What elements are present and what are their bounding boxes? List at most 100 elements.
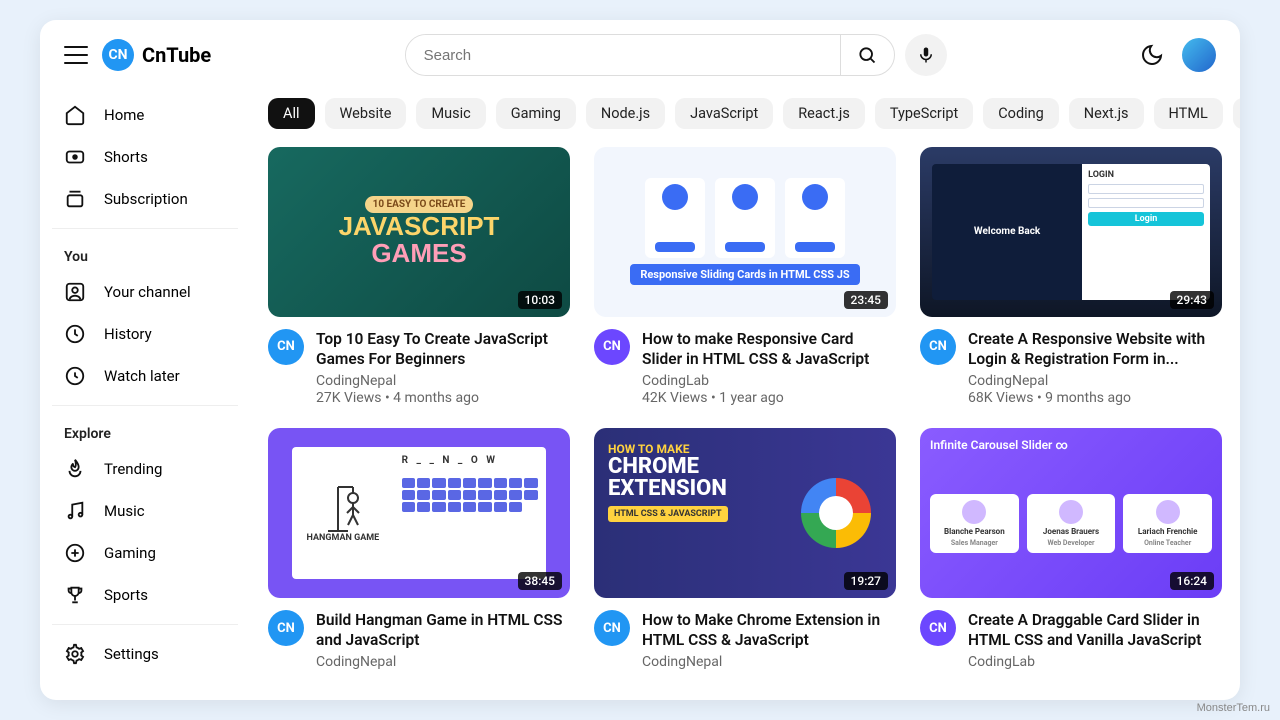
- video-grid: 10 EASY TO CREATEJAVASCRIPTGAMES 10:03 C…: [268, 147, 1222, 670]
- chip-nodejs[interactable]: Node.js: [586, 98, 665, 129]
- sidebar-item-shorts[interactable]: Shorts: [52, 136, 238, 178]
- divider: [52, 228, 238, 229]
- main-content: All Website Music Gaming Node.js JavaScript Re…: [250, 90, 1240, 700]
- subscription-icon: [64, 188, 86, 210]
- sidebar-item-label: Home: [104, 106, 144, 124]
- thumbnail[interactable]: Infinite Carousel Slider ∞Blanche Pearso…: [920, 428, 1222, 598]
- sidebar-item-history[interactable]: History: [52, 313, 238, 355]
- header: CN CnTube: [40, 20, 1240, 90]
- video-meta: CN Top 10 Easy To Create JavaScript Game…: [268, 317, 570, 406]
- watermark: MonsterTem.ru: [1197, 702, 1270, 714]
- channel-avatar[interactable]: CN: [268, 329, 304, 365]
- chip-website[interactable]: Website: [325, 98, 407, 129]
- video-meta: CN Create A Responsive Website with Logi…: [920, 317, 1222, 406]
- channel-name[interactable]: CodingLab: [968, 654, 1222, 670]
- duration-badge: 38:45: [518, 572, 562, 590]
- channel-name[interactable]: CodingLab: [642, 373, 896, 389]
- thumbnail[interactable]: HANGMAN GAMER _ _ N _ O W 38:45: [268, 428, 570, 598]
- sidebar: Home Shorts Subscription You Your channe…: [40, 90, 250, 700]
- chip-css[interactable]: CSS: [1233, 98, 1240, 129]
- channel-avatar[interactable]: CN: [594, 610, 630, 646]
- sidebar-item-label: Settings: [104, 645, 159, 663]
- filter-chips: All Website Music Gaming Node.js JavaScript Re…: [268, 90, 1222, 147]
- duration-badge: 19:27: [844, 572, 888, 590]
- app-window: CN CnTube Home: [40, 20, 1240, 700]
- sidebar-item-label: History: [104, 325, 152, 343]
- video-title: Create A Draggable Card Slider in HTML C…: [968, 610, 1222, 650]
- section-title-you: You: [52, 237, 238, 271]
- sidebar-item-sports[interactable]: Sports: [52, 574, 238, 616]
- channel-name[interactable]: CodingNepal: [642, 654, 896, 670]
- home-icon: [64, 104, 86, 126]
- sidebar-item-music[interactable]: Music: [52, 490, 238, 532]
- voice-search-button[interactable]: [905, 34, 947, 76]
- sidebar-item-label: Subscription: [104, 190, 188, 208]
- channel-avatar[interactable]: CN: [920, 329, 956, 365]
- brand-text: CnTube: [142, 43, 211, 67]
- sidebar-item-your-channel[interactable]: Your channel: [52, 271, 238, 313]
- channel-name[interactable]: CodingNepal: [316, 654, 570, 670]
- chip-coding[interactable]: Coding: [983, 98, 1059, 129]
- logo-icon: CN: [102, 39, 134, 71]
- video-card[interactable]: HOW TO MAKECHROMEEXTENSIONHTML CSS & JAV…: [594, 428, 896, 670]
- duration-badge: 10:03: [518, 291, 562, 309]
- sidebar-item-label: Trending: [104, 460, 162, 478]
- chip-reactjs[interactable]: React.js: [783, 98, 865, 129]
- shorts-icon: [64, 146, 86, 168]
- video-title: How to make Responsive Card Slider in HT…: [642, 329, 896, 369]
- video-card[interactable]: 10 EASY TO CREATEJAVASCRIPTGAMES 10:03 C…: [268, 147, 570, 406]
- thumbnail[interactable]: 10 EASY TO CREATEJAVASCRIPTGAMES 10:03: [268, 147, 570, 317]
- channel-avatar[interactable]: CN: [594, 329, 630, 365]
- sidebar-item-label: Gaming: [104, 544, 156, 562]
- video-card[interactable]: HANGMAN GAMER _ _ N _ O W 38:45 CN Build…: [268, 428, 570, 670]
- video-stats: 68K Views • 9 months ago: [968, 390, 1222, 406]
- history-icon: [64, 323, 86, 345]
- channel-name[interactable]: CodingNepal: [968, 373, 1222, 389]
- sidebar-item-settings[interactable]: Settings: [52, 633, 238, 675]
- channel-icon: [64, 281, 86, 303]
- search-input[interactable]: [406, 35, 840, 75]
- search-box: [405, 34, 895, 76]
- video-meta: CN Build Hangman Game in HTML CSS and Ja…: [268, 598, 570, 670]
- duration-badge: 23:45: [844, 291, 888, 309]
- search-icon: [857, 45, 877, 65]
- chip-all[interactable]: All: [268, 98, 315, 129]
- channel-avatar[interactable]: CN: [268, 610, 304, 646]
- header-left: CN CnTube: [64, 39, 211, 71]
- theme-toggle[interactable]: [1140, 43, 1164, 67]
- header-center: [231, 34, 1120, 76]
- sidebar-item-trending[interactable]: Trending: [52, 448, 238, 490]
- sidebar-item-gaming[interactable]: Gaming: [52, 532, 238, 574]
- divider: [52, 624, 238, 625]
- sidebar-item-home[interactable]: Home: [52, 94, 238, 136]
- music-icon: [64, 500, 86, 522]
- chip-html[interactable]: HTML: [1154, 98, 1223, 129]
- video-meta: CN How to Make Chrome Extension in HTML …: [594, 598, 896, 670]
- video-card[interactable]: Infinite Carousel Slider ∞Blanche Pearso…: [920, 428, 1222, 670]
- hamburger-icon[interactable]: [64, 43, 88, 67]
- sidebar-item-label: Music: [104, 502, 145, 520]
- thumbnail[interactable]: Responsive Sliding Cards in HTML CSS JS …: [594, 147, 896, 317]
- video-card[interactable]: Welcome BackLOGINLogin 29:43 CN Create A…: [920, 147, 1222, 406]
- divider: [52, 405, 238, 406]
- video-stats: 27K Views • 4 months ago: [316, 390, 570, 406]
- chip-typescript[interactable]: TypeScript: [875, 98, 973, 129]
- channel-avatar[interactable]: CN: [920, 610, 956, 646]
- sidebar-item-subscription[interactable]: Subscription: [52, 178, 238, 220]
- chip-nextjs[interactable]: Next.js: [1069, 98, 1144, 129]
- chip-gaming[interactable]: Gaming: [496, 98, 576, 129]
- sidebar-item-watch-later[interactable]: Watch later: [52, 355, 238, 397]
- sidebar-item-label: Shorts: [104, 148, 148, 166]
- chip-music[interactable]: Music: [416, 98, 485, 129]
- brand[interactable]: CN CnTube: [102, 39, 211, 71]
- chip-javascript[interactable]: JavaScript: [675, 98, 773, 129]
- search-button[interactable]: [840, 35, 894, 75]
- video-card[interactable]: Responsive Sliding Cards in HTML CSS JS …: [594, 147, 896, 406]
- channel-name[interactable]: CodingNepal: [316, 373, 570, 389]
- thumbnail[interactable]: Welcome BackLOGINLogin 29:43: [920, 147, 1222, 317]
- thumbnail[interactable]: HOW TO MAKECHROMEEXTENSIONHTML CSS & JAV…: [594, 428, 896, 598]
- moon-icon: [1140, 43, 1164, 67]
- user-avatar[interactable]: [1182, 38, 1216, 72]
- video-title: Create A Responsive Website with Login &…: [968, 329, 1222, 369]
- gear-icon: [64, 643, 86, 665]
